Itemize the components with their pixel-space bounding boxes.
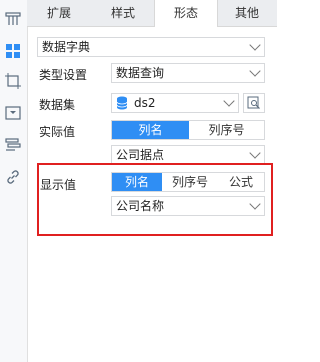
crop-icon[interactable] [4,72,22,90]
display-value-column-select[interactable]: 公司名称 [111,196,265,216]
data-type-select[interactable]: 数据字典 [37,37,265,57]
type-setting-value: 数据查询 [116,66,165,80]
display-value-mode-toggle: 列名 列序号 公式 [111,172,265,192]
tab-other[interactable]: 其他 [221,0,273,26]
preview-search-icon [247,96,261,115]
actual-value-column-index-option[interactable]: 列序号 [189,121,264,139]
chevron-down-icon [249,198,261,210]
dataset-label: 数据集 [39,98,76,112]
display-value-formula-option[interactable]: 公式 [218,173,264,191]
actual-value-column-name-option[interactable]: 列名 [112,121,189,139]
chevron-down-icon [223,95,235,107]
chevron-down-icon [249,39,261,51]
actual-value-column-value: 公司据点 [116,148,165,162]
property-tabs: 扩展 样式 形态 其他 [27,0,277,27]
widget-icon[interactable] [4,42,22,60]
dataset-value: ds2 [134,96,156,110]
display-value-label: 显示值 [40,178,77,192]
grid-header-icon[interactable] [4,10,22,28]
display-value-column-index-option[interactable]: 列序号 [162,173,218,191]
actual-value-column-select[interactable]: 公司据点 [111,145,265,165]
dataset-preview-button[interactable] [243,93,265,113]
actual-value-label: 实际值 [39,125,76,139]
dataset-select[interactable]: ds2 [111,93,239,113]
dropdown-box-icon[interactable] [4,104,22,122]
actual-value-mode-toggle: 列名 列序号 [111,120,265,140]
type-setting-select[interactable]: 数据查询 [111,63,265,83]
type-setting-label: 类型设置 [39,68,88,82]
tab-style[interactable]: 样式 [97,0,149,26]
tab-form[interactable]: 形态 [154,0,218,27]
data-type-value: 数据字典 [42,40,91,54]
display-value-column-name-option[interactable]: 列名 [112,173,162,191]
chevron-down-icon [249,65,261,77]
display-value-column-value: 公司名称 [116,199,165,213]
layers-icon[interactable] [4,136,22,154]
database-icon [116,96,128,115]
chevron-down-icon [249,147,261,159]
link-icon[interactable] [4,168,22,186]
left-toolbar [0,0,28,362]
tab-extend[interactable]: 扩展 [33,0,85,26]
